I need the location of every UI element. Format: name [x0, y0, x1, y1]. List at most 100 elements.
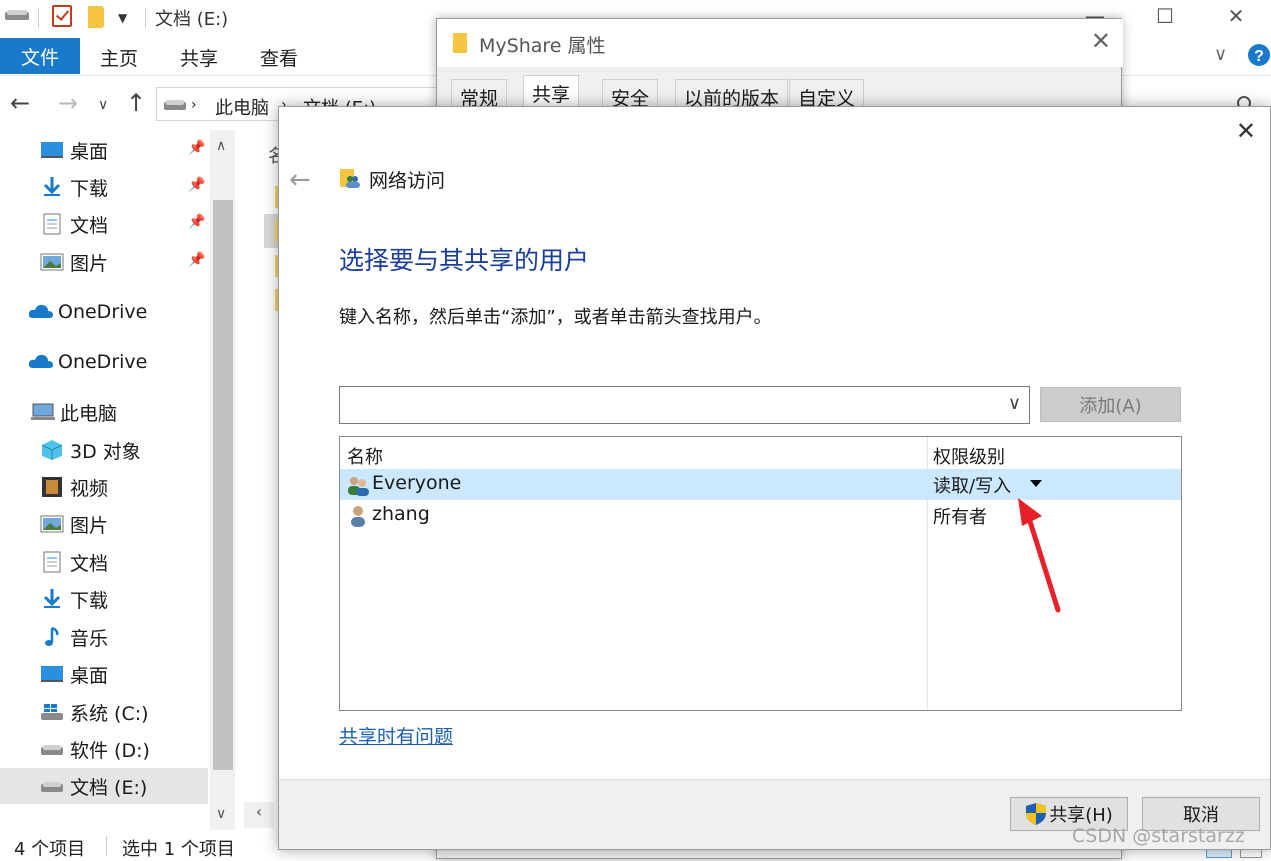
new-folder-icon[interactable] [88, 6, 104, 28]
tab-file[interactable]: 文件 [0, 38, 80, 74]
document-icon [40, 213, 64, 235]
sidebar-item-documents[interactable]: 文档 [40, 206, 108, 242]
share-button-label: 共享(H) [1049, 805, 1113, 826]
tab-customize[interactable]: 自定义 [789, 79, 865, 110]
sidebar-item-3d-objects[interactable]: 3D 对象 [40, 432, 141, 468]
folder-icon [453, 33, 467, 53]
drive-icon [40, 738, 64, 760]
up-arrow-icon[interactable]: ↑ [126, 89, 146, 117]
sidebar-item-label: 下载 [70, 177, 109, 200]
close-button[interactable]: ✕ [1201, 0, 1271, 32]
close-icon[interactable]: ✕ [1236, 117, 1256, 145]
desktop-icon [40, 139, 64, 161]
permission-dropdown-icon[interactable] [1030, 480, 1042, 487]
pictures-icon [40, 513, 64, 535]
sidebar-item-label: OneDrive [58, 351, 148, 373]
document-icon [40, 551, 64, 573]
tab-general[interactable]: 常规 [451, 79, 508, 110]
sharing-help-link[interactable]: 共享时有问题 [339, 722, 453, 749]
watermark: CSDN @starstarzz [1072, 825, 1245, 847]
sidebar-item-videos[interactable]: 视频 [40, 469, 108, 505]
sidebar-item-label: 视频 [70, 477, 109, 500]
help-icon[interactable]: ? [1247, 43, 1271, 67]
sidebar-item-label: 图片 [70, 252, 109, 275]
sidebar-item-system-c[interactable]: 系统 (C:) [40, 694, 149, 730]
sidebar-item-desktop-2[interactable]: 桌面 [40, 656, 108, 692]
close-icon[interactable]: ✕ [1091, 27, 1111, 55]
item-count: 4 个项目 [14, 839, 86, 860]
column-header-name[interactable]: 名称 [347, 443, 383, 469]
tab-previous-versions[interactable]: 以前的版本 [675, 79, 789, 110]
user-name: Everyone [372, 472, 462, 494]
svg-text:?: ? [1254, 48, 1264, 65]
sidebar-item-label: 文档 [70, 552, 109, 575]
expand-ribbon-icon[interactable]: ∨ [1214, 44, 1227, 65]
sidebar-item-pictures-2[interactable]: 图片 [40, 506, 108, 542]
user-icon [351, 506, 365, 527]
dialog-heading: 选择要与其共享的用户 [339, 246, 590, 275]
sidebar-item-music[interactable]: 音乐 [40, 619, 108, 655]
permission-level: 所有者 [933, 507, 987, 528]
sidebar-item-label: 图片 [70, 514, 109, 537]
sidebar-item-desktop[interactable]: 桌面 [40, 132, 108, 168]
cloud-icon [28, 301, 53, 323]
sidebar-item-label: 文档 [70, 214, 109, 237]
sidebar-item-documents-2[interactable]: 文档 [40, 544, 108, 580]
sidebar-item-pictures[interactable]: 图片 [40, 244, 108, 280]
music-note-icon [40, 626, 64, 648]
sidebar-item-label: 软件 (D:) [70, 739, 150, 762]
separator [145, 8, 146, 28]
cloud-icon [28, 351, 53, 373]
scroll-down-icon[interactable]: ∨ [216, 806, 226, 822]
pin-icon[interactable]: 📌 [188, 214, 205, 230]
scroll-up-icon[interactable]: ∧ [216, 138, 226, 154]
drive-icon [40, 775, 64, 797]
tab-home[interactable]: 主页 [100, 44, 138, 71]
chevron-down-icon[interactable]: ∨ [1008, 393, 1021, 414]
sidebar-item-label: 3D 对象 [70, 440, 141, 463]
sidebar-item-downloads-2[interactable]: 下载 [40, 581, 108, 617]
breadcrumb-separator-icon[interactable]: › [191, 97, 197, 113]
column-header-permission[interactable]: 权限级别 [933, 443, 1005, 469]
selection-count: 选中 1 个项目 [122, 839, 235, 860]
sidebar-item-documents-e[interactable]: 文档 (E:) [0, 768, 208, 804]
forward-arrow-icon[interactable]: → [58, 89, 78, 117]
sidebar-item-label: OneDrive [58, 301, 148, 323]
tab-sharing[interactable]: 共享 [523, 75, 580, 109]
back-arrow-icon[interactable]: ← [10, 89, 30, 117]
navigation-pane: 桌面 📌 下载 📌 文档 📌 图片 📌 OneDrive OneDrive 此电 [0, 130, 235, 830]
add-button[interactable]: 添加(A) [1040, 387, 1181, 422]
sidebar-item-label: 系统 (C:) [70, 702, 149, 725]
sidebar-item-onedrive-2[interactable]: OneDrive [28, 344, 147, 380]
window-title: 文档 (E:) [155, 9, 229, 30]
sidebar-item-label: 音乐 [70, 627, 109, 650]
breadcrumb-this-pc[interactable]: 此电脑 [215, 94, 269, 120]
sidebar-item-software-d[interactable]: 软件 (D:) [40, 731, 150, 767]
pin-icon[interactable]: 📌 [188, 252, 205, 268]
annotation-arrow-icon [1018, 498, 1061, 613]
pin-icon[interactable]: 📌 [188, 177, 205, 193]
download-arrow-icon [40, 176, 64, 198]
sidebar-item-this-pc[interactable]: 此电脑 [30, 394, 117, 430]
properties-check-icon[interactable] [52, 5, 72, 27]
user-name-combobox[interactable]: ∨ [339, 386, 1030, 424]
tab-share[interactable]: 共享 [180, 44, 218, 71]
sidebar-item-label: 桌面 [70, 664, 109, 687]
group-users-icon [348, 477, 369, 496]
nav-scrollbar-thumb[interactable] [213, 200, 233, 770]
dialog-description: 键入名称，然后单击“添加”，或者单击箭头查找用户。 [339, 307, 772, 328]
user-name-input[interactable] [340, 387, 990, 423]
permission-level[interactable]: 读取/写入 [933, 472, 1011, 498]
recent-locations-icon[interactable]: ∨ [98, 97, 108, 113]
quick-access-dropdown-icon[interactable]: ▼ [118, 11, 127, 25]
tab-view[interactable]: 查看 [260, 44, 298, 71]
shared-folder-users-icon [340, 169, 360, 188]
back-arrow-icon[interactable]: ← [289, 165, 311, 195]
download-arrow-icon [40, 588, 64, 610]
sidebar-item-downloads[interactable]: 下载 [40, 169, 108, 205]
maximize-button[interactable]: ☐ [1130, 0, 1200, 32]
tab-security[interactable]: 安全 [602, 79, 659, 110]
drive-icon [164, 100, 186, 110]
sidebar-item-onedrive[interactable]: OneDrive [28, 294, 147, 330]
pin-icon[interactable]: 📌 [188, 140, 205, 156]
